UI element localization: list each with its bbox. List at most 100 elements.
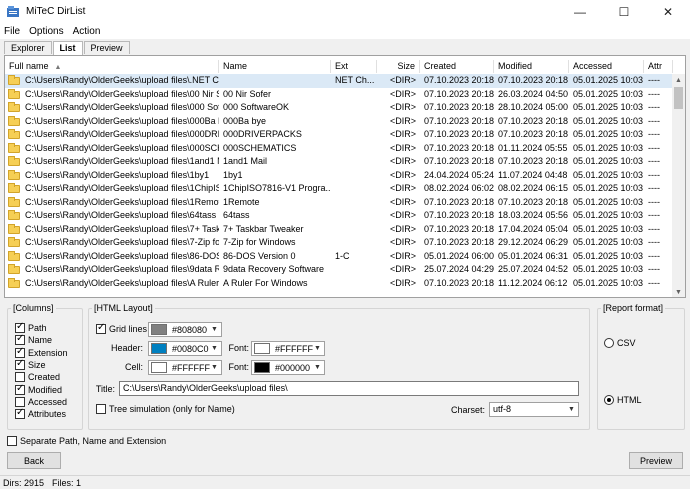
close-button[interactable]: ✕ xyxy=(646,0,690,23)
back-button[interactable]: Back xyxy=(7,452,61,469)
column-checkbox-accessed[interactable]: Accessed xyxy=(15,396,67,407)
csv-radio[interactable]: CSV xyxy=(604,338,636,348)
column-checkbox-name[interactable]: Name xyxy=(15,333,52,346)
cell-created: 07.10.2023 20:18 xyxy=(424,102,494,112)
grid-lines-checkbox[interactable]: Grid lines xyxy=(96,322,147,334)
grid-color-picker[interactable]: #808080 ▼ xyxy=(148,322,222,337)
list-header: Full name ▲ Name Ext Size Created Modifie… xyxy=(5,60,673,73)
table-row[interactable]: C:\Users\Randy\OlderGeeks\upload files\1… xyxy=(5,155,673,169)
cell-size: <DIR> xyxy=(389,156,416,166)
title-input[interactable]: C:\Users\Randy\OlderGeeks\upload files\ xyxy=(119,381,579,396)
column-checkbox-extension[interactable]: Extension xyxy=(15,346,68,358)
column-header-attr[interactable]: Attr xyxy=(644,60,673,73)
header-color-picker[interactable]: #0080C0 ▼ xyxy=(148,341,222,356)
table-row[interactable]: C:\Users\Randy\OlderGeeks\upload files\9… xyxy=(5,263,673,277)
tab-strip: Explorer List Preview xyxy=(4,41,131,55)
table-row[interactable]: C:\Users\Randy\OlderGeeks\upload files\A… xyxy=(5,277,673,291)
file-list[interactable]: Full name ▲ Name Ext Size Created Modifie… xyxy=(4,55,686,298)
header-font-color-picker[interactable]: #FFFFFF ▼ xyxy=(251,341,325,356)
minimize-button[interactable]: — xyxy=(558,0,602,23)
cell-font-color-picker[interactable]: #000000 ▼ xyxy=(251,360,325,375)
cell-modified: 11.12.2024 06:12 xyxy=(498,277,568,288)
cell-ext xyxy=(335,101,377,115)
table-row[interactable]: C:\Users\Randy\OlderGeeks\upload files\1… xyxy=(5,196,673,210)
table-row[interactable]: C:\Users\Randy\OlderGeeks\upload files\.… xyxy=(5,74,673,88)
scroll-up-icon[interactable]: ▲ xyxy=(672,74,685,87)
table-row[interactable]: C:\Users\Randy\OlderGeeks\upload files\0… xyxy=(5,115,673,129)
column-header-ext[interactable]: Ext xyxy=(331,60,377,73)
cell-created: 25.07.2024 04:29 xyxy=(424,264,494,274)
cell-accessed: 05.01.2025 10:03 xyxy=(573,102,644,112)
cell-accessed: 05.01.2025 10:03 xyxy=(573,223,644,234)
maximize-button[interactable]: ☐ xyxy=(602,0,646,23)
column-checkbox-size[interactable]: Size xyxy=(15,358,46,370)
cell-full-name: C:\Users\Randy\OlderGeeks\upload files\0… xyxy=(25,102,219,112)
column-checkbox-path[interactable]: Path xyxy=(15,321,47,333)
tab-explorer[interactable]: Explorer xyxy=(4,41,52,54)
scroll-thumb[interactable] xyxy=(674,87,683,109)
cell-attr: ---- xyxy=(648,142,660,153)
table-row[interactable]: C:\Users\Randy\OlderGeeks\upload files\1… xyxy=(5,182,673,196)
cell-size: <DIR> xyxy=(389,102,416,112)
column-header-full-name[interactable]: Full name ▲ xyxy=(5,60,219,73)
cell-full-name: C:\Users\Randy\OlderGeeks\upload files\9… xyxy=(25,264,219,274)
cell-accessed: 05.01.2025 10:03 xyxy=(573,196,644,207)
column-checkbox-modified[interactable]: Modified xyxy=(15,383,62,395)
html-radio[interactable]: HTML xyxy=(604,395,642,405)
menu-file[interactable]: File xyxy=(4,26,20,37)
folder-icon xyxy=(8,210,20,220)
tab-preview[interactable]: Preview xyxy=(83,41,130,54)
column-header-modified[interactable]: Modified xyxy=(494,60,569,73)
cell-attr: ---- xyxy=(648,129,660,139)
cell-size: <DIR> xyxy=(389,75,416,85)
cell-color-label: Cell: xyxy=(124,362,143,372)
vertical-scrollbar[interactable]: ▲ ▼ xyxy=(672,74,685,297)
table-row[interactable]: C:\Users\Randy\OlderGeeks\upload files\7… xyxy=(5,223,673,237)
folder-icon xyxy=(8,223,20,234)
table-row[interactable]: C:\Users\Randy\OlderGeeks\upload files\1… xyxy=(5,169,673,183)
tab-list[interactable]: List xyxy=(52,41,83,55)
menu-action[interactable]: Action xyxy=(73,26,101,37)
table-row[interactable]: C:\Users\Randy\OlderGeeks\upload files\0… xyxy=(5,88,673,102)
cell-attr: ---- xyxy=(648,264,660,274)
cell-name: 86-DOS Version 0 xyxy=(223,250,296,261)
column-header-created[interactable]: Created xyxy=(420,60,494,73)
separate-path-checkbox[interactable]: Separate Path, Name and Extension xyxy=(7,436,166,446)
grid-color-swatch xyxy=(151,324,167,335)
column-checkbox-created[interactable]: Created xyxy=(15,372,60,383)
cell-attr: ---- xyxy=(648,237,660,247)
cell-created: 08.02.2024 06:02 xyxy=(424,183,494,193)
csv-radio-icon xyxy=(604,338,614,348)
charset-select[interactable]: utf-8 ▼ xyxy=(489,402,579,417)
cell-accessed: 05.01.2025 10:03 xyxy=(573,210,644,220)
menu-options[interactable]: Options xyxy=(29,26,63,37)
table-row[interactable]: C:\Users\Randy\OlderGeeks\upload files\0… xyxy=(5,128,673,142)
column-header-name[interactable]: Name xyxy=(219,60,331,73)
cell-size: <DIR> xyxy=(389,237,416,247)
cell-full-name: C:\Users\Randy\OlderGeeks\upload files\7… xyxy=(25,223,219,234)
scroll-down-icon[interactable]: ▼ xyxy=(672,286,685,297)
cell-size: <DIR> xyxy=(389,142,416,153)
column-header-accessed[interactable]: Accessed xyxy=(569,60,644,73)
folder-icon xyxy=(8,196,20,207)
cell-accessed: 05.01.2025 10:03 xyxy=(573,183,644,193)
preview-button[interactable]: Preview xyxy=(629,452,683,469)
column-header-size[interactable]: Size xyxy=(377,60,420,73)
cell-created: 07.10.2023 20:18 xyxy=(424,129,494,139)
cell-size: <DIR> xyxy=(389,264,416,274)
tree-simulation-checkbox[interactable]: Tree simulation (only for Name) xyxy=(96,404,235,414)
folder-icon xyxy=(8,183,20,193)
table-row[interactable]: C:\Users\Randy\OlderGeeks\upload files\6… xyxy=(5,209,673,223)
cell-color-picker[interactable]: #FFFFFF ▼ xyxy=(148,360,222,375)
table-row[interactable]: C:\Users\Randy\OlderGeeks\upload files\7… xyxy=(5,236,673,250)
cell-attr: ---- xyxy=(648,102,660,112)
cell-attr: ---- xyxy=(648,156,660,166)
column-checkbox-attributes[interactable]: Attributes xyxy=(15,407,66,420)
table-row[interactable]: C:\Users\Randy\OlderGeeks\upload files\0… xyxy=(5,142,673,156)
cell-attr: ---- xyxy=(648,183,660,193)
header-color-label: Header: xyxy=(110,343,143,353)
table-row[interactable]: C:\Users\Randy\OlderGeeks\upload files\8… xyxy=(5,250,673,264)
cell-attr: ---- xyxy=(648,223,660,234)
table-row[interactable]: C:\Users\Randy\OlderGeeks\upload files\0… xyxy=(5,101,673,115)
checkbox-icon xyxy=(15,333,25,346)
